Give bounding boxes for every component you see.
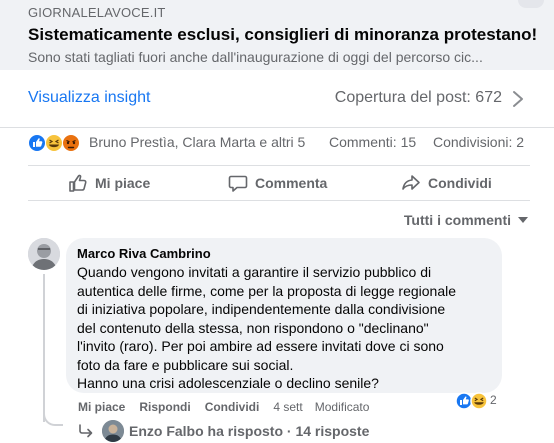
share-arrow-icon — [402, 175, 420, 190]
post-reach[interactable]: Copertura del post: 672 — [335, 89, 502, 107]
comment-line: del contenuto della stessa, non rispondo… — [77, 319, 429, 336]
comment-bubble[interactable]: Marco Riva Cambrino Quando vengono invit… — [66, 238, 502, 393]
link-title[interactable]: Sistematicamente esclusi, consiglieri di… — [28, 25, 537, 45]
reply-avatar-image — [102, 420, 124, 442]
comment-button[interactable]: Commenta — [228, 166, 327, 200]
comment-share-button[interactable]: Condividi — [205, 400, 260, 414]
comment-line: di iniziativa popolare, indipendentement… — [77, 301, 446, 317]
comments-count[interactable]: Commenti: 15 — [329, 134, 416, 150]
comment-text: Quando vengono invitati a garantire il s… — [77, 263, 495, 393]
comment-actions: Mi piace Rispondi Condividi 4 sett Modif… — [78, 400, 381, 414]
share-button[interactable]: Condividi — [401, 166, 492, 200]
reacted-by[interactable]: Bruno Prestìa, Clara Marta e altri 5 — [89, 134, 305, 150]
reply-arrow-icon — [79, 424, 93, 438]
comment-reaction-count[interactable]: 2 — [490, 393, 497, 407]
comment-reply-button[interactable]: Rispondi — [139, 400, 190, 414]
caret-down-icon — [518, 217, 528, 223]
like-label: Mi piace — [95, 175, 151, 191]
comment-line: l'invito (raro). Per poi ambire ad esser… — [77, 338, 444, 354]
avatar[interactable] — [28, 238, 60, 270]
comment-line: Hanno una crisi adolescenziale o declino… — [77, 375, 379, 391]
like-button[interactable]: Mi piace — [68, 166, 150, 200]
like-icon — [28, 134, 46, 152]
haha-icon — [470, 392, 488, 410]
link-source: GIORNALELAVOCE.IT — [28, 5, 166, 20]
haha-icon — [45, 134, 63, 152]
post-actions: Mi piace Commenta Condividi — [28, 165, 530, 201]
view-replies-button[interactable]: Enzo Falbo ha risposto · 14 risposte — [78, 420, 369, 442]
avatar-image — [28, 238, 60, 270]
chevron-right-icon[interactable] — [510, 90, 526, 108]
like-icon — [455, 392, 473, 410]
comment-icon — [228, 175, 248, 192]
angry-icon — [62, 134, 80, 152]
comment-edited-label[interactable]: Modificato — [315, 400, 370, 414]
reaction-icons[interactable] — [28, 134, 84, 152]
reply-avatar — [102, 420, 124, 442]
comments-filter-dropdown[interactable]: Tutti i commenti — [404, 212, 528, 228]
comment-author[interactable]: Marco Riva Cambrino — [77, 246, 211, 261]
comment-like-button[interactable]: Mi piace — [78, 400, 125, 414]
more-options-button[interactable] — [518, 0, 544, 8]
comment-timestamp[interactable]: 4 sett — [273, 400, 302, 414]
replies-summary: Enzo Falbo ha risposto · 14 risposte — [129, 423, 370, 439]
link-description: Sono stati tagliati fuori anche dall'ina… — [28, 49, 483, 65]
thumbs-up-icon — [69, 174, 87, 192]
insights-bar: Visualizza insight Copertura del post: 6… — [0, 70, 554, 128]
comments-filter-label: Tutti i commenti — [403, 212, 511, 228]
view-insights-link[interactable]: Visualizza insight — [28, 89, 150, 107]
comment-line: Quando vengono invitati a garantire il s… — [77, 264, 432, 280]
comment-label: Commenta — [255, 175, 328, 191]
link-preview-card[interactable]: GIORNALELAVOCE.IT Sistematicamente esclu… — [0, 0, 554, 70]
comment-line: foto da fare e pubblicare sui social. — [77, 356, 294, 373]
share-label: Condividi — [428, 175, 492, 191]
shares-count[interactable]: Condivisioni: 2 — [433, 134, 524, 150]
thread-connector — [43, 404, 63, 426]
post-stats: Bruno Prestìa, Clara Marta e altri 5 Com… — [0, 128, 554, 158]
comment-line: autentica delle firme, come per la propo… — [77, 282, 457, 299]
thread-line — [43, 274, 45, 422]
